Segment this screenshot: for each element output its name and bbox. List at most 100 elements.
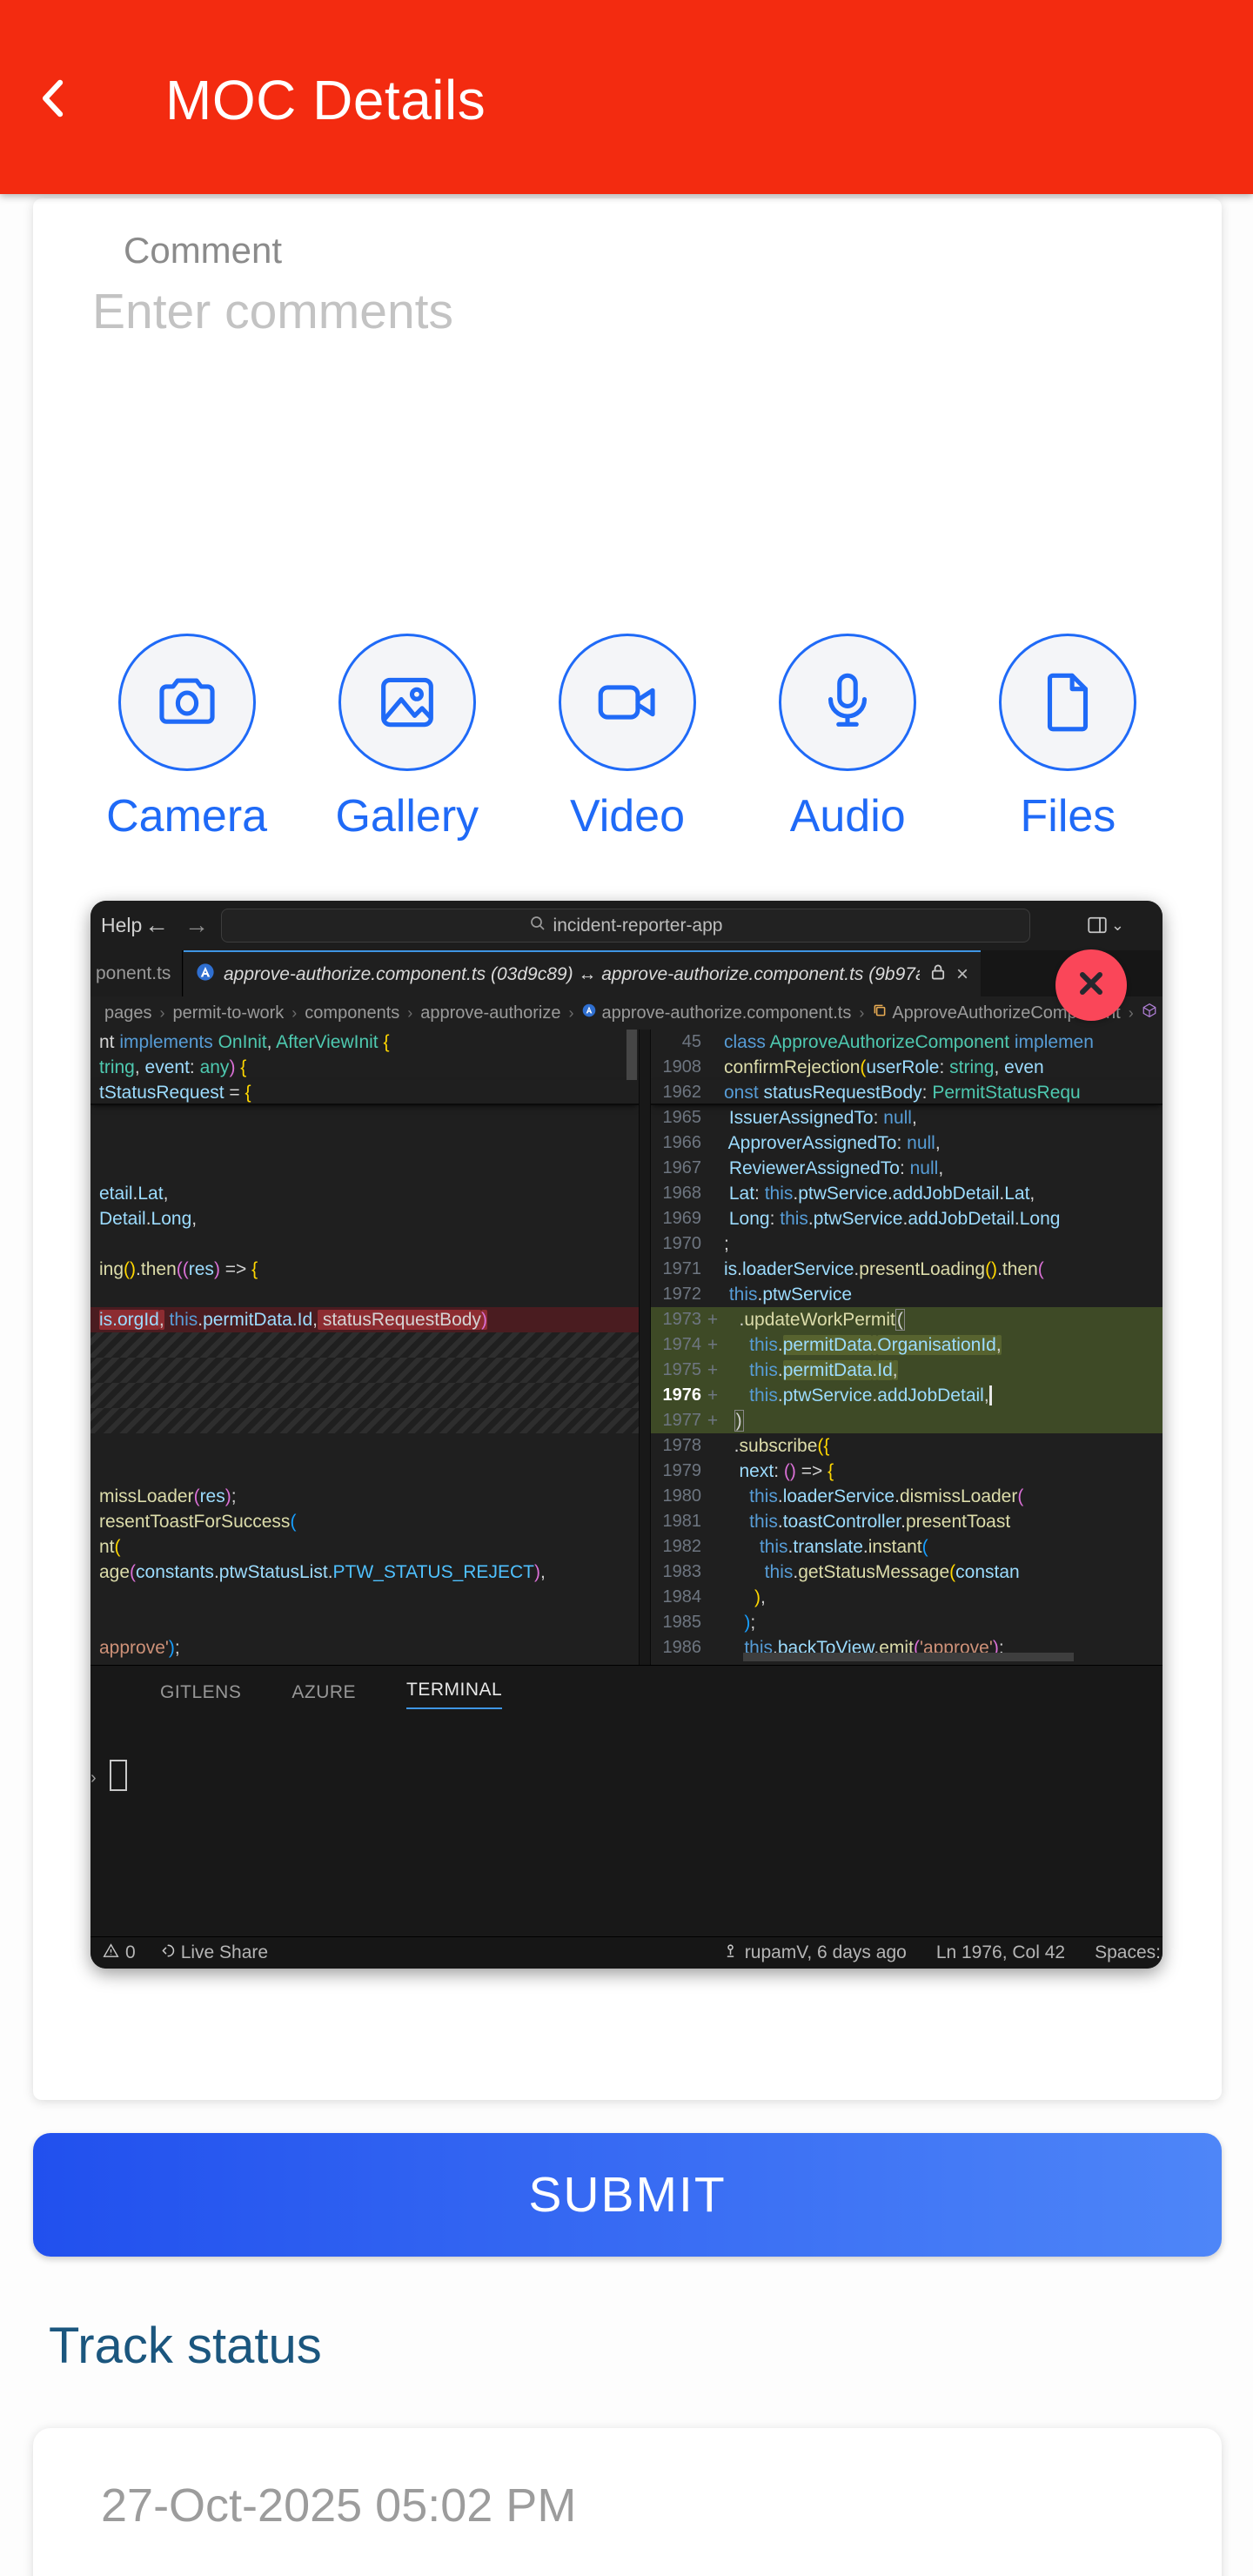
code-line: 1970; [651,1231,1163,1257]
submit-button[interactable]: SUBMIT [33,2133,1222,2257]
vscode-tab-bar: ponent.ts approve-authorize.component.ts… [90,950,1163,996]
code-line: 1975+ this.permitData.Id, [651,1358,1163,1383]
class-icon [872,1003,888,1023]
code-line: 1974+ this.permitData.OrganisationId, [651,1332,1163,1358]
status-bar: 0 Live Share rupamV, 6 days ago Ln 1976, C… [90,1936,1163,1969]
nav-back-icon[interactable]: ← [144,901,169,950]
vscode-title-bar: Help ← → incident-reporter-app ⌄ [90,901,1163,950]
liveshare-icon [158,1942,175,1964]
attachment-label: Camera [106,790,267,842]
breadcrumb-separator: › [160,1004,165,1023]
chevron-left-icon [30,112,80,127]
panel-tab-terminal[interactable]: TERMINAL [406,1680,502,1709]
attachment-gallery-button[interactable]: Gallery [297,634,517,842]
code-line [90,1156,639,1181]
breadcrumb-item[interactable]: permit-to-work [173,1003,285,1023]
person-icon [722,1942,739,1964]
breadcrumb-item[interactable]: approve-authorize.component.ts [581,1003,851,1023]
code-line: 1981 this.toastController.presentToast [651,1509,1163,1534]
comment-input[interactable] [90,282,1161,341]
code-line: approve'); [90,1635,639,1660]
code-line [90,1105,639,1130]
close-icon [1074,966,1109,1005]
tab-title: approve-authorize.component.ts (03d9c89)… [224,964,920,985]
code-line [90,1383,639,1408]
comment-label: Comment [124,230,282,272]
status-item[interactable]: 0 [103,1942,136,1964]
code-line [90,1610,639,1635]
status-item[interactable]: Live Share [158,1942,268,1964]
customize-layout-icon[interactable]: ⌄ [1087,915,1124,936]
moc-details-screen: MOC Details Comment Camera Gallery Video… [0,0,1253,2576]
panel-tab-bar: GITLENS AZURE TERMINAL [90,1665,1163,1723]
breadcrumb-item[interactable]: pages [104,1003,152,1023]
lock-icon [928,963,948,986]
app-bar: MOC Details [0,0,1253,194]
breadcrumb: pages › permit-to-work › components › approve-… [90,996,1163,1030]
code-line: 1984 ), [651,1585,1163,1610]
terminal-panel[interactable]: › [90,1723,1163,1936]
remove-attachment-button[interactable] [1055,949,1127,1021]
breadcrumb-item[interactable] [1142,1003,1157,1023]
attachment-label: Gallery [335,790,479,842]
diff-right-pane: 45class ApproveAuthorizeComponent implem… [651,1030,1163,1665]
code-line: 1973+ .updateWorkPermit( [651,1307,1163,1332]
attachment-files-button[interactable]: Files [958,634,1178,842]
scrollbar-thumb[interactable] [626,1030,637,1080]
code-line: 1972 this.ptwService [651,1282,1163,1307]
attachment-camera-button[interactable]: Camera [77,634,297,842]
track-status-heading: Track status [49,2317,322,2375]
breadcrumb-separator: › [859,1004,864,1023]
attachment-video-button[interactable]: Video [517,634,737,842]
comment-card: Comment Camera Gallery Video Audio Files… [33,198,1222,2100]
status-item[interactable]: Spaces: [1095,1942,1161,1963]
status-item[interactable]: Ln 1976, Col 42 [936,1942,1065,1963]
code-line [90,1433,639,1459]
diff-left-pane: nt implements OnInit, AfterViewInit {tri… [90,1030,639,1665]
nav-forward-icon[interactable]: → [184,901,209,950]
tab-close-icon[interactable]: × [956,963,968,987]
code-line: 1976+ this.ptwService.addJobDetail, [651,1383,1163,1408]
code-line: tStatusRequest = { [90,1080,639,1105]
attachment-audio-button[interactable]: Audio [738,634,958,842]
breadcrumb-item[interactable]: components [305,1003,399,1023]
panel-tab-gitlens[interactable]: GITLENS [160,1682,241,1707]
code-line: 1983 this.getStatusMessage(constan [651,1560,1163,1585]
editor-split-sash[interactable] [639,1030,651,1665]
code-line: resentToastForSuccess( [90,1509,639,1534]
code-line [90,1332,639,1358]
cube-icon [1142,1003,1157,1023]
code-line: ing().then((res) => { [90,1257,639,1282]
attachment-label: Video [570,790,685,842]
breadcrumb-separator: › [1129,1004,1134,1023]
code-line: 1971is.loaderService.presentLoading().th… [651,1257,1163,1282]
status-bar-right: rupamV, 6 days ago Ln 1976, Col 42 Spaces: [722,1942,1163,1964]
code-line: 1968 Lat: this.ptwService.addJobDetail.L… [651,1181,1163,1206]
panel-tab-azure[interactable]: AZURE [291,1682,356,1707]
status-item[interactable]: rupamV, 6 days ago [722,1942,907,1964]
command-center-search[interactable]: incident-reporter-app [221,909,1030,943]
search-icon [529,915,546,936]
code-line [90,1231,639,1257]
code-line [90,1282,639,1307]
code-line: 1982 this.translate.instant( [651,1534,1163,1560]
diff-editor[interactable]: nt implements OnInit, AfterViewInit {tri… [90,1030,1163,1665]
back-button[interactable] [30,73,80,124]
code-line: 1979 next: () => { [651,1459,1163,1484]
gallery-icon [338,634,476,771]
breadcrumb-item[interactable]: approve-authorize [420,1003,560,1023]
attached-screenshot: Help ← → incident-reporter-app ⌄ ponent.… [90,901,1163,1969]
diff-file-icon [196,963,215,986]
menu-item-help[interactable]: Help [101,901,142,950]
audio-icon [779,634,916,771]
code-line: 1965 IssuerAssignedTo: null, [651,1105,1163,1130]
horizontal-scrollbar-thumb[interactable] [743,1653,1074,1661]
chevron-down-icon: ⌄ [1111,916,1124,935]
attachment-row: Camera Gallery Video Audio Files [33,634,1222,842]
track-status-card[interactable]: 27-Oct-2025 05:02 PM [33,2428,1222,2576]
code-line: etail.Lat, [90,1181,639,1206]
tab-active-diff[interactable]: approve-authorize.component.ts (03d9c89)… [184,950,981,996]
tab-partial[interactable]: ponent.ts [90,950,183,996]
code-line: missLoader(res); [90,1484,639,1509]
warning-icon [103,1942,119,1964]
